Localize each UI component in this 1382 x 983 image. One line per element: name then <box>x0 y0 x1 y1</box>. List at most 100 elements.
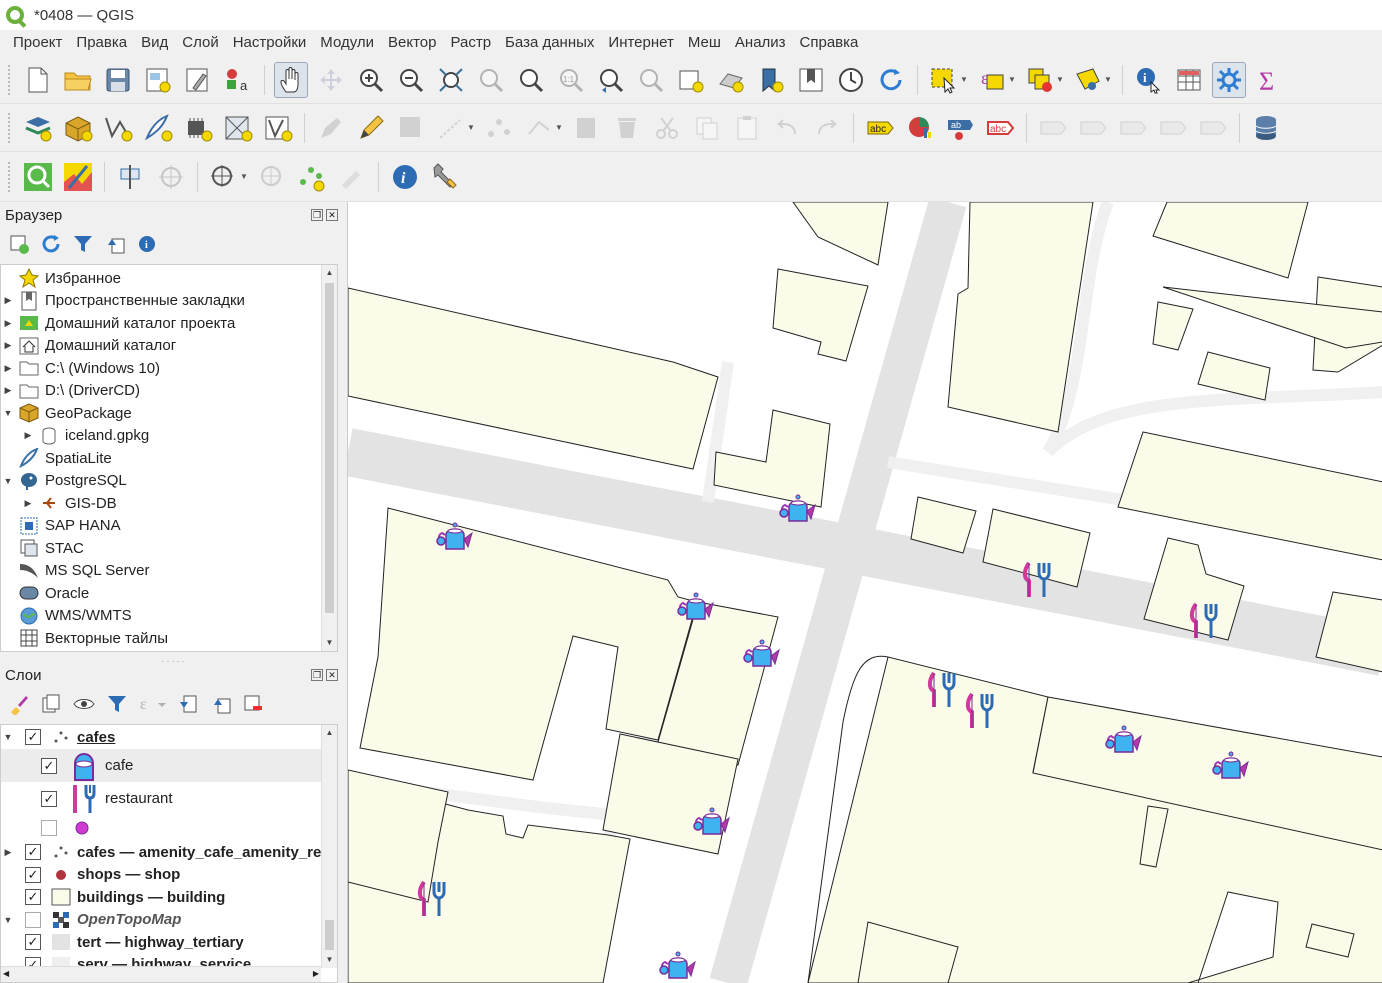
expand-arrow-icon[interactable]: ▶ <box>1 295 15 306</box>
properties-info-icon[interactable]: i <box>136 233 158 255</box>
coordinate-capture-icon[interactable] <box>207 159 241 195</box>
browser-item[interactable]: ▶ GIS-DB <box>1 492 337 515</box>
zoom-native-icon[interactable]: 1:1 <box>554 62 588 98</box>
chevron-down-icon[interactable]: ▼ <box>1008 75 1018 84</box>
browser-item[interactable]: MS SQL Server <box>1 560 337 583</box>
quickmapservices-icon[interactable] <box>21 159 55 195</box>
new-spatialite-layer-icon[interactable] <box>141 110 175 146</box>
menu-edit[interactable]: Правка <box>69 34 134 51</box>
browser-item[interactable]: STAC <box>1 537 337 560</box>
change-label-icon[interactable] <box>1156 110 1190 146</box>
zoom-to-layer-icon[interactable] <box>514 62 548 98</box>
info-icon[interactable]: i <box>388 159 422 195</box>
zoom-full-icon[interactable] <box>434 62 468 98</box>
cut-features-icon[interactable] <box>650 110 684 146</box>
legend-row[interactable] <box>1 815 337 841</box>
legend-checkbox[interactable]: ✓ <box>41 757 57 774</box>
layer-visibility-checkbox[interactable]: ✓ <box>25 866 41 883</box>
chevron-down-icon[interactable]: ▼ <box>467 123 477 132</box>
collapse-arrow-icon[interactable]: ▼ <box>1 408 15 418</box>
browser-item[interactable]: WMS/WMTS <box>1 605 337 628</box>
filter-by-expression-icon[interactable]: ε <box>138 693 168 715</box>
current-edits-icon[interactable] <box>314 110 348 146</box>
show-hide-labels-icon[interactable] <box>1076 110 1110 146</box>
browser-item[interactable]: ▼ GeoPackage <box>1 402 337 425</box>
toolbar-grip[interactable] <box>8 161 12 192</box>
menu-raster[interactable]: Растр <box>443 34 498 51</box>
layout-manager-icon[interactable] <box>181 62 215 98</box>
save-project-icon[interactable] <box>101 62 135 98</box>
toggle-editing-icon[interactable] <box>354 110 388 146</box>
vertex-tool-icon[interactable] <box>522 110 556 146</box>
expand-arrow-icon[interactable]: ▶ <box>21 430 35 441</box>
style-manager-icon[interactable]: a <box>221 62 255 98</box>
collapse-all-icon[interactable] <box>210 693 232 715</box>
chevron-down-icon[interactable]: ▼ <box>1056 75 1066 84</box>
pan-map-icon[interactable] <box>274 61 308 98</box>
modify-attributes-icon[interactable] <box>570 110 604 146</box>
browser-item[interactable]: Векторные тайлы <box>1 627 337 650</box>
new-shapefile-layer-icon[interactable] <box>101 110 135 146</box>
move-label-icon[interactable] <box>1036 110 1070 146</box>
scroll-up-icon[interactable]: ▲ <box>322 725 337 741</box>
new-print-layout-icon[interactable] <box>141 62 175 98</box>
menu-database[interactable]: База данных <box>498 34 601 51</box>
new-geopackage-layer-icon[interactable] <box>61 110 95 146</box>
legend-row[interactable]: ✓ restaurant <box>1 782 337 815</box>
add-graph-icon[interactable] <box>114 159 148 195</box>
filter-icon[interactable] <box>72 233 94 255</box>
expand-arrow-icon[interactable]: ▶ <box>1 385 15 396</box>
select-features-icon[interactable] <box>927 62 961 98</box>
chevron-down-icon[interactable]: ▼ <box>555 123 565 132</box>
add-group-icon[interactable] <box>40 693 62 715</box>
layer-row[interactable]: ▼ OpenTopoMap <box>1 909 337 932</box>
style-paintbrush-icon[interactable] <box>8 693 30 715</box>
scrollbar-thumb[interactable] <box>325 283 334 613</box>
new-virtual-layer-icon[interactable] <box>221 110 255 146</box>
menu-layer[interactable]: Слой <box>175 34 225 51</box>
scroll-left-icon[interactable]: ◀ <box>3 969 9 978</box>
menu-mesh[interactable]: Меш <box>681 34 728 51</box>
browser-item[interactable]: ▶ Пространственные закладки <box>1 290 337 313</box>
chevron-down-icon[interactable]: ▼ <box>960 75 970 84</box>
new-virtual-vector-icon[interactable] <box>261 110 295 146</box>
attribute-table-icon[interactable] <box>1172 62 1206 98</box>
collapse-arrow-icon[interactable]: ▼ <box>1 732 15 742</box>
remove-layer-icon[interactable] <box>242 693 264 715</box>
processing-toolbox-icon[interactable] <box>1212 61 1246 98</box>
filter-legend-icon[interactable] <box>106 693 128 715</box>
statistics-summary-icon[interactable]: Σ <box>1252 62 1286 98</box>
layer-visibility-checkbox[interactable]: ✓ <box>25 844 41 861</box>
layer-visibility-checkbox[interactable]: ✓ <box>25 889 41 906</box>
select-by-expression-icon[interactable]: ε <box>975 62 1009 98</box>
redo-icon[interactable] <box>810 110 844 146</box>
show-bookmarks-icon[interactable] <box>794 62 828 98</box>
menu-vector[interactable]: Вектор <box>381 34 443 51</box>
browser-item[interactable]: ▶ iceland.gpkg <box>1 425 337 448</box>
map-canvas[interactable] <box>347 202 1382 983</box>
toolbar-grip[interactable] <box>8 112 12 143</box>
legend-checkbox[interactable]: ✓ <box>41 790 57 807</box>
menu-settings[interactable]: Настройки <box>226 34 314 51</box>
new-project-icon[interactable] <box>21 62 55 98</box>
layer-row[interactable]: ✓ tert — highway_tertiary <box>1 931 337 954</box>
collapse-arrow-icon[interactable]: ▼ <box>1 476 15 486</box>
add-circle-icon[interactable] <box>255 159 289 195</box>
browser-item[interactable]: ▶ Домашний каталог <box>1 335 337 358</box>
georeferencer-icon[interactable] <box>154 159 188 195</box>
layer-row[interactable]: ✓ shops — shop <box>1 864 337 887</box>
scrollbar-thumb[interactable] <box>325 920 334 950</box>
menu-project[interactable]: Проект <box>6 34 69 51</box>
identify-features-icon[interactable]: i <box>1132 62 1166 98</box>
browser-item[interactable]: SAP HANA <box>1 515 337 538</box>
expand-arrow-icon[interactable]: ▶ <box>1 318 15 329</box>
zoom-last-icon[interactable] <box>594 62 628 98</box>
toolbar-grip[interactable] <box>8 64 12 95</box>
menu-view[interactable]: Вид <box>134 34 175 51</box>
new-3d-view-icon[interactable] <box>714 62 748 98</box>
layer-visibility-checkbox[interactable] <box>25 911 41 928</box>
browser-item[interactable]: Избранное <box>1 267 337 290</box>
refresh-icon[interactable] <box>874 62 908 98</box>
browser-item[interactable]: SpatiaLite <box>1 447 337 470</box>
browser-item[interactable]: ▼ PostgreSQL <box>1 470 337 493</box>
